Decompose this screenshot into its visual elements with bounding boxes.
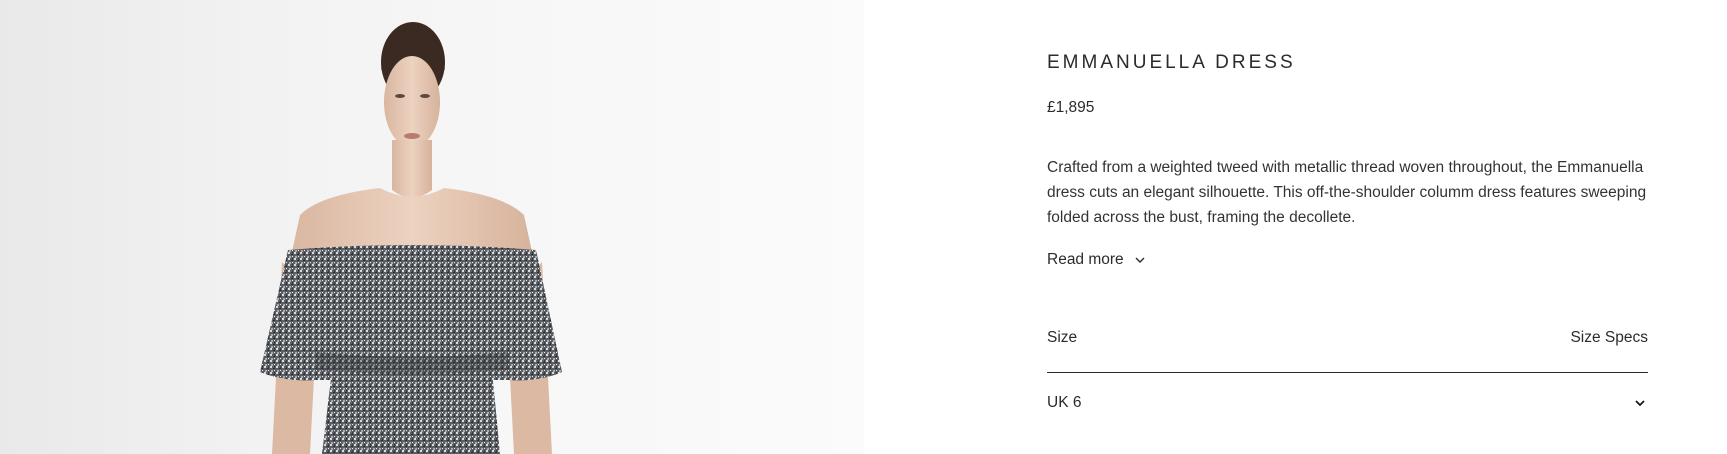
size-header: Size Size Specs: [1047, 329, 1648, 347]
size-select[interactable]: UK 6: [1047, 372, 1648, 428]
product-price: £1,895: [1047, 99, 1095, 116]
product-description: Crafted from a weighted tweed with metal…: [1047, 159, 1647, 226]
product-page: EMMANUELLA DRESS £1,895 Crafted from a w…: [0, 0, 1727, 454]
chevron-down-icon: [1135, 257, 1145, 263]
size-label: Size: [1047, 329, 1078, 346]
product-info: EMMANUELLA DRESS £1,895 Crafted from a w…: [864, 0, 1727, 454]
product-image: [0, 0, 864, 454]
product-title: EMMANUELLA DRESS: [1047, 52, 1296, 73]
read-more-button[interactable]: Read more: [1047, 251, 1146, 269]
size-specs-link[interactable]: Size Specs: [1570, 329, 1648, 347]
chevron-down-icon: [1635, 399, 1645, 406]
size-selected-value: UK 6: [1047, 393, 1082, 411]
model-photo: [260, 22, 562, 454]
read-more-label: Read more: [1047, 251, 1124, 268]
